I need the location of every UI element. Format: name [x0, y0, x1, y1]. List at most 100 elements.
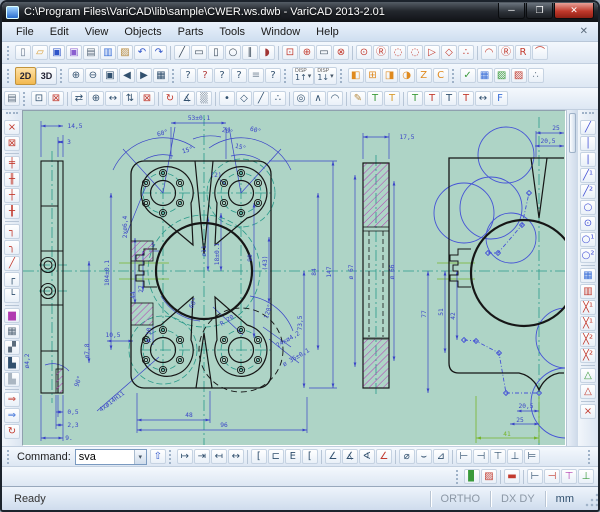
- menu-edit[interactable]: Edit: [42, 24, 77, 40]
- paste-icon[interactable]: ▨: [117, 45, 133, 60]
- toolbar-grip[interactable]: [588, 450, 593, 464]
- corner-edit-icon[interactable]: └: [4, 288, 20, 303]
- cross-2a-icon[interactable]: ╳²: [580, 332, 596, 347]
- dim-symbol-icon[interactable]: ⊥: [507, 449, 523, 464]
- dim-line-2-icon[interactable]: ╱²: [580, 184, 596, 199]
- dim-vertical-baseline-icon[interactable]: E: [285, 449, 301, 464]
- fillet-icon[interactable]: ╮: [4, 240, 20, 255]
- print-icon[interactable]: ▤: [83, 45, 99, 60]
- redo-icon[interactable]: ↷: [151, 45, 167, 60]
- hatch-create-icon[interactable]: ▨: [494, 68, 510, 83]
- query-angle-icon[interactable]: ?: [214, 68, 230, 83]
- rotate-icon[interactable]: ↻: [162, 91, 178, 106]
- move-vertical-icon[interactable]: ⇅: [122, 91, 138, 106]
- ortho-toggle[interactable]: ORTHO: [430, 491, 491, 507]
- delete-selected-icon[interactable]: ⊠: [139, 91, 155, 106]
- menu-help[interactable]: Help: [308, 24, 347, 40]
- dim-leader-icon[interactable]: ⊿: [433, 449, 449, 464]
- toolbar-grip[interactable]: [7, 69, 12, 83]
- dim-update-icon[interactable]: ▨: [481, 469, 497, 484]
- command-input[interactable]: [76, 450, 134, 464]
- drawing-canvas[interactable]: 14,5353±0.120°60°15°60°15°(2)17,52520,52…: [23, 111, 565, 451]
- dim-radius-icon[interactable]: ⊢: [456, 449, 472, 464]
- save-file-icon[interactable]: ▣: [49, 45, 65, 60]
- text-height-icon[interactable]: T: [458, 91, 474, 106]
- dim-horizontal-2-icon[interactable]: ↔: [228, 449, 244, 464]
- stretch-icon[interactable]: ↔: [105, 91, 121, 106]
- brush-attributes-icon[interactable]: ▞: [4, 340, 20, 355]
- circle-center-icon[interactable]: ⊙: [356, 45, 372, 60]
- circle-2-elements-icon[interactable]: ∴: [458, 45, 474, 60]
- text-file-icon[interactable]: T: [384, 91, 400, 106]
- stop-icon[interactable]: ▬: [504, 469, 520, 484]
- menu-tools[interactable]: Tools: [211, 24, 253, 40]
- zoom-in-icon[interactable]: ⊕: [68, 68, 84, 83]
- command-dropdown-icon[interactable]: ▾: [134, 450, 146, 464]
- draw-slot-icon[interactable]: ▯: [208, 45, 224, 60]
- zoom-window-icon[interactable]: ▣: [102, 68, 118, 83]
- document-close-icon[interactable]: ✕: [580, 26, 592, 37]
- circle-tangent-icon[interactable]: ▷: [424, 45, 440, 60]
- solid-union-icon[interactable]: ⊞: [365, 68, 381, 83]
- toolbar-grip[interactable]: [456, 470, 461, 484]
- stamp-disabled-icon[interactable]: ▙: [4, 372, 20, 387]
- surface-symbol-icon[interactable]: △: [580, 368, 596, 383]
- zoom-all-icon[interactable]: ▦: [153, 68, 169, 83]
- zoom-previous-icon[interactable]: ◀: [119, 68, 135, 83]
- arc-center-icon[interactable]: ◠: [481, 45, 497, 60]
- open-file-icon[interactable]: ▱: [32, 45, 48, 60]
- send-back-icon[interactable]: ⇒: [4, 408, 20, 423]
- hatch-edit-icon[interactable]: ▨: [511, 68, 527, 83]
- maximize-button[interactable]: ❐: [526, 3, 553, 19]
- chevron-down-icon[interactable]: ▾: [308, 72, 312, 80]
- draw-line-icon[interactable]: ╱: [174, 45, 190, 60]
- dim-circle-2-icon[interactable]: ○²: [580, 248, 596, 263]
- toolbar-grip[interactable]: [340, 69, 345, 83]
- draw-ellipse-icon[interactable]: ◎: [293, 91, 309, 106]
- query-area-icon[interactable]: ?: [265, 68, 281, 83]
- dim-angle-icon[interactable]: ∠: [325, 449, 341, 464]
- assoc-dim-4-icon[interactable]: ⊥: [578, 469, 594, 484]
- draw-tangent-arc-icon[interactable]: ◗: [259, 45, 275, 60]
- boundary-detect-icon[interactable]: ▦: [477, 68, 493, 83]
- dim-vertical-chain-icon[interactable]: ⊏: [268, 449, 284, 464]
- dim-tolerance-icon[interactable]: ⊤: [490, 449, 506, 464]
- query-perimeter-icon[interactable]: ?: [231, 68, 247, 83]
- copy-move-icon[interactable]: ⊕: [88, 91, 104, 106]
- draw-diamond-icon[interactable]: ◇: [236, 91, 252, 106]
- toolbar-grip[interactable]: [284, 69, 289, 83]
- stamp-icon[interactable]: ▙: [4, 356, 20, 371]
- dim-vertical-2-icon[interactable]: [: [302, 449, 318, 464]
- point-grid-icon[interactable]: ∴: [528, 68, 544, 83]
- dim-vertical-line-icon[interactable]: │: [580, 136, 596, 151]
- query-list-icon[interactable]: ≡: [248, 68, 264, 83]
- deselect-icon[interactable]: ⊠: [48, 91, 64, 106]
- view-3d-button[interactable]: 3D: [36, 67, 57, 85]
- purge-icon[interactable]: ⊠: [4, 136, 20, 151]
- units-indicator[interactable]: mm: [545, 491, 584, 507]
- solid-cylinder-icon[interactable]: ◑: [399, 68, 415, 83]
- select-icon[interactable]: ⊡: [31, 91, 47, 106]
- arc-by-center-icon[interactable]: ◠: [327, 91, 343, 106]
- zoom-next-icon[interactable]: ▶: [136, 68, 152, 83]
- text-multiline-icon[interactable]: T: [367, 91, 383, 106]
- table-a-icon[interactable]: ▦: [580, 268, 596, 283]
- dxdy-toggle[interactable]: DX DY: [490, 491, 545, 507]
- blocked-icon[interactable]: ▒: [196, 91, 212, 106]
- toolbar-grip[interactable]: [60, 69, 65, 83]
- bring-front-icon[interactable]: ⇒: [4, 392, 20, 407]
- solid-box-icon[interactable]: ◧: [348, 68, 364, 83]
- dim-datum-icon[interactable]: ⊣: [473, 449, 489, 464]
- copy-icon[interactable]: ▥: [100, 45, 116, 60]
- toolbar-grip[interactable]: [172, 69, 177, 83]
- chamfer-icon[interactable]: ╱: [4, 256, 20, 271]
- corner-join-icon[interactable]: ┌: [4, 272, 20, 287]
- draw-rectangle-icon[interactable]: ▭: [191, 45, 207, 60]
- arc-3-points-icon[interactable]: R: [515, 45, 531, 60]
- menu-window[interactable]: Window: [253, 24, 308, 40]
- rounded-rect-icon[interactable]: ▭: [316, 45, 332, 60]
- assoc-dim-2-icon[interactable]: ⊣: [544, 469, 560, 484]
- cancel-snap-icon[interactable]: ×: [580, 404, 596, 419]
- rect-by-center-icon[interactable]: ⊡: [282, 45, 298, 60]
- draw-parallel-icon[interactable]: ∥: [242, 45, 258, 60]
